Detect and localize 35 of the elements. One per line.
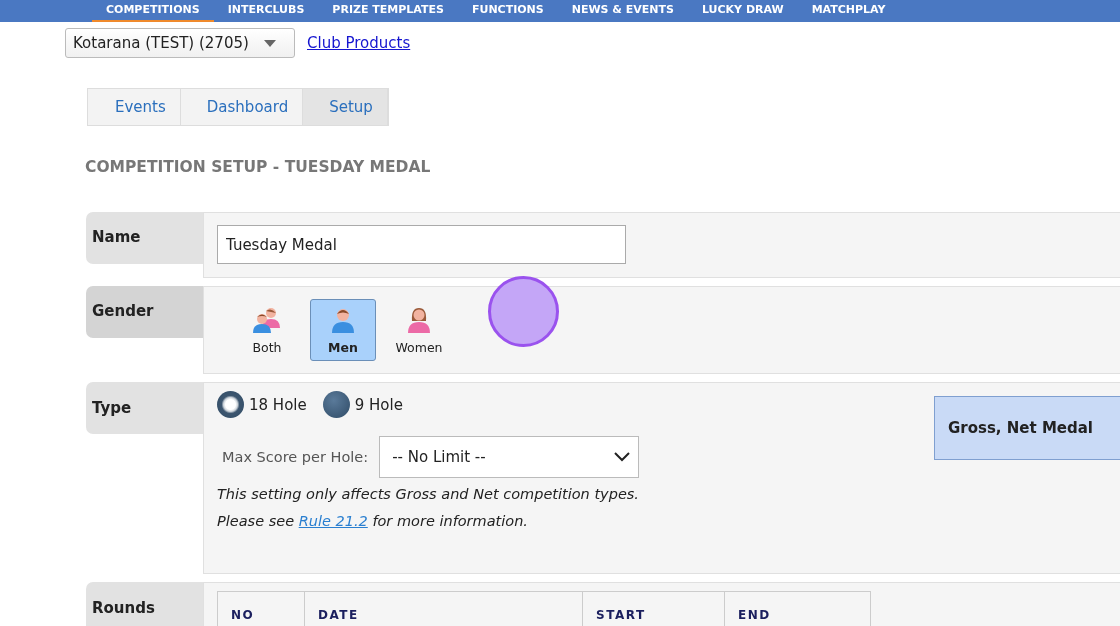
nav-tab[interactable]: INTERCLUBS [213,0,319,22]
breadcrumb-item[interactable]: Setup [303,89,388,125]
breadcrumb-item[interactable]: Events [88,89,181,125]
gender-option[interactable]: Men [310,299,376,361]
people-icon [252,306,282,334]
nav-tab[interactable]: FUNCTIONS [457,0,558,22]
field-label: Rounds [86,582,203,626]
max-score-select[interactable]: -- No Limit -- [379,436,640,478]
hole-radio[interactable]: 18 Hole [217,391,307,418]
club-select[interactable]: Kotarana (TEST) (2705) [65,28,295,58]
chevron-down-icon [614,452,631,462]
field-label: Name [86,212,203,264]
column-header: NO [218,592,305,626]
max-score-label: Max Score per Hole: [222,449,369,465]
note-text: This setting only affects Gross and Net competition types. [217,485,640,504]
name-input[interactable]: Tuesday Medal [217,225,626,264]
club-products-link[interactable]: Club Products [307,34,411,52]
note-text: Please see Rule 21.2 for more information. [217,512,529,531]
page-heading: COMPETITION SETUP - TUESDAY MEDAL [85,158,432,176]
nav-tab[interactable]: COMPETITIONS [92,0,214,22]
nav-tab[interactable]: MATCHPLAY [797,0,900,22]
gender-option[interactable]: Women [386,299,452,361]
rule-link[interactable]: Rule 21.2 [298,513,368,529]
column-header: START [583,592,725,626]
nav-tab[interactable]: PRIZE TEMPLATES [318,0,458,22]
nav-tab[interactable]: LUCKY DRAW [687,0,798,22]
column-header: END [737,607,772,624]
field-label: Gender [86,286,203,338]
field-label: Type [86,382,203,434]
competition-type-option[interactable]: Gross, Net Medal [934,396,1120,460]
column-header: DATE [305,592,583,626]
gender-option[interactable]: Both [234,299,300,361]
hole-radio[interactable]: 9 Hole [322,391,403,418]
nav-tab[interactable]: NEWS & EVENTS [557,0,688,22]
caret-icon [264,39,276,47]
